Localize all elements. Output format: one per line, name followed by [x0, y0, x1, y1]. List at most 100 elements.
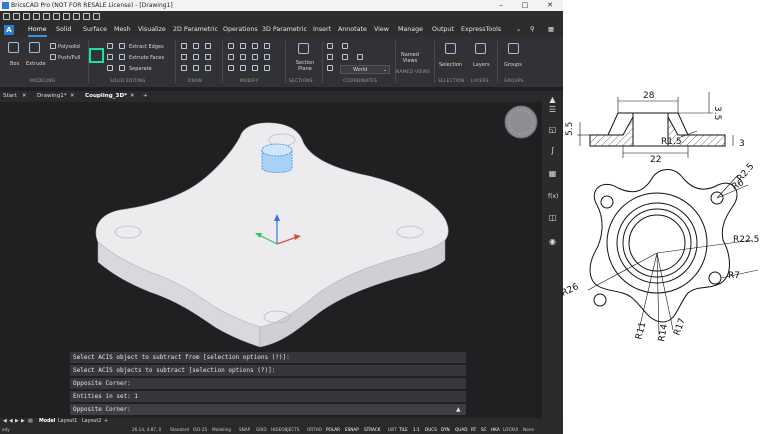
command-expand-icon[interactable]: ▲ — [456, 404, 461, 415]
application-menu-button[interactable]: A — [4, 25, 14, 35]
status-snap[interactable]: SNAP — [239, 426, 250, 434]
status-text-style[interactable]: Standard — [170, 426, 189, 434]
extrude-faces-icon[interactable] — [119, 54, 125, 60]
status-grid[interactable]: GRID — [256, 426, 267, 434]
status-strack[interactable]: STRACK — [364, 426, 380, 434]
named-views-button[interactable]: Named Views — [397, 52, 423, 64]
tab-model[interactable]: Model — [39, 418, 55, 426]
extend-icon[interactable] — [240, 54, 246, 60]
close-icon[interactable]: ✕ — [130, 91, 135, 102]
polygon-icon[interactable] — [181, 65, 187, 71]
tab-annotate[interactable]: Annotate — [338, 23, 367, 37]
layout-list-icon[interactable]: ▤ — [28, 418, 33, 426]
minimize-button[interactable]: – — [489, 0, 513, 11]
polysolid-button[interactable]: Polysolid — [58, 44, 80, 50]
ucs-icon[interactable] — [342, 54, 348, 60]
ucs-icon[interactable] — [357, 54, 363, 60]
panel-icon[interactable]: ▦ — [548, 23, 554, 37]
redo-icon[interactable] — [73, 13, 80, 20]
hatch-icon[interactable] — [205, 54, 211, 60]
status-sc[interactable]: SC — [481, 426, 487, 434]
section-plane-button[interactable]: Section Plane — [293, 60, 317, 72]
close-icon[interactable]: ✕ — [22, 91, 27, 102]
explode-icon[interactable] — [264, 65, 270, 71]
extract-edges-button[interactable]: Extract Edges — [129, 44, 164, 50]
save-icon[interactable] — [23, 13, 30, 20]
status-dyn[interactable]: DYN — [441, 426, 450, 434]
array-icon[interactable] — [252, 65, 258, 71]
rotate-icon[interactable] — [252, 43, 258, 49]
tab-expresstools[interactable]: ExpressTools — [461, 23, 501, 37]
groups-button[interactable]: Groups — [504, 62, 522, 68]
tab-layout2[interactable]: Layout2 — [82, 418, 101, 426]
subtract-button-highlight[interactable] — [89, 48, 104, 63]
tab-home[interactable]: Home — [28, 23, 47, 37]
next-layout-icon[interactable]: ▶ — [15, 418, 19, 426]
ellipse-icon[interactable] — [193, 65, 199, 71]
new-icon[interactable] — [3, 13, 10, 20]
circle-icon[interactable] — [205, 43, 211, 49]
layers-panel-icon[interactable]: ◱ — [548, 125, 557, 134]
library-icon[interactable]: ◉ — [548, 237, 557, 246]
tab-surface[interactable]: Surface — [83, 23, 107, 37]
status-dim-style[interactable]: ISO-25 — [193, 426, 207, 434]
tab-visualize[interactable]: Visualize — [138, 23, 166, 37]
separate-icon[interactable] — [119, 65, 125, 71]
status-rt[interactable]: RT — [471, 426, 476, 434]
groups-icon[interactable] — [508, 43, 519, 54]
tab-mesh[interactable]: Mesh — [114, 23, 131, 37]
search-icon[interactable]: ⚲ — [530, 23, 535, 37]
command-input[interactable]: Opposite Corner: — [70, 404, 466, 415]
match-icon[interactable] — [83, 13, 90, 20]
status-lwt[interactable]: LWT — [388, 426, 397, 434]
tab-insert[interactable]: Insert — [313, 23, 331, 37]
scale-icon[interactable] — [240, 65, 246, 71]
solid-edit-icon[interactable] — [107, 43, 113, 49]
parameters-icon[interactable]: f(x) — [548, 192, 558, 201]
move-icon[interactable] — [228, 43, 234, 49]
status-esnap[interactable]: ESNAP — [345, 426, 359, 434]
add-layout-button[interactable]: + — [104, 418, 108, 426]
new-tab-button[interactable]: + — [143, 91, 148, 102]
pushpull-button[interactable]: Push/Pull — [58, 55, 80, 61]
status-scale[interactable]: 1:1 — [413, 426, 420, 434]
layers-icon[interactable] — [475, 43, 486, 54]
tab-solid[interactable]: Solid — [56, 23, 71, 37]
status-hideobjects[interactable]: HIDEOBJECTS — [271, 426, 299, 434]
prev-layout-icon[interactable]: ◀ — [9, 418, 13, 426]
ucs-icon[interactable] — [342, 43, 348, 49]
extrude-faces-button[interactable]: Extrude Faces — [129, 55, 164, 61]
tab-3d-parametric[interactable]: 3D Parametric — [262, 23, 307, 37]
structure-icon[interactable]: ◫ — [548, 213, 557, 222]
close-icon[interactable]: ✕ — [70, 91, 75, 102]
section-plane-icon[interactable] — [298, 43, 309, 54]
properties-icon[interactable]: ☰ — [548, 105, 557, 114]
layers-button[interactable]: Layers — [473, 62, 490, 68]
status-ducs[interactable]: DUCS — [425, 426, 437, 434]
status-lockui[interactable]: LOCKUI — [503, 426, 518, 434]
solid-edit-icon[interactable] — [107, 65, 113, 71]
ucs-icon[interactable] — [327, 54, 333, 60]
tab-start[interactable]: Start — [3, 91, 17, 102]
erase-icon[interactable] — [228, 65, 234, 71]
ucs-icon[interactable] — [327, 65, 333, 71]
status-ortho[interactable]: ORTHO — [307, 426, 322, 434]
print-icon[interactable] — [43, 13, 50, 20]
undo-icon[interactable] — [63, 13, 70, 20]
attachments-icon[interactable]: ∫ — [548, 146, 557, 155]
status-quad[interactable]: QUAD — [455, 426, 467, 434]
ucs-world-select[interactable]: World ⌄ — [340, 65, 390, 74]
status-hka[interactable]: HKA — [491, 426, 500, 434]
fillet-icon[interactable] — [252, 54, 258, 60]
tab-output[interactable]: Output — [432, 23, 454, 37]
tab-view[interactable]: View — [374, 23, 389, 37]
arc-icon[interactable] — [181, 54, 187, 60]
open-icon[interactable] — [13, 13, 20, 20]
tab-coupling-3d[interactable]: Coupling_3D* — [85, 91, 127, 102]
selection-button[interactable]: Selection — [439, 62, 462, 68]
ucs-icon[interactable] — [327, 43, 333, 49]
solid-edit-icon[interactable] — [107, 54, 113, 60]
selection-icon[interactable] — [445, 43, 456, 54]
polysolid-icon[interactable] — [50, 43, 56, 49]
status-polar[interactable]: POLAR — [326, 426, 340, 434]
